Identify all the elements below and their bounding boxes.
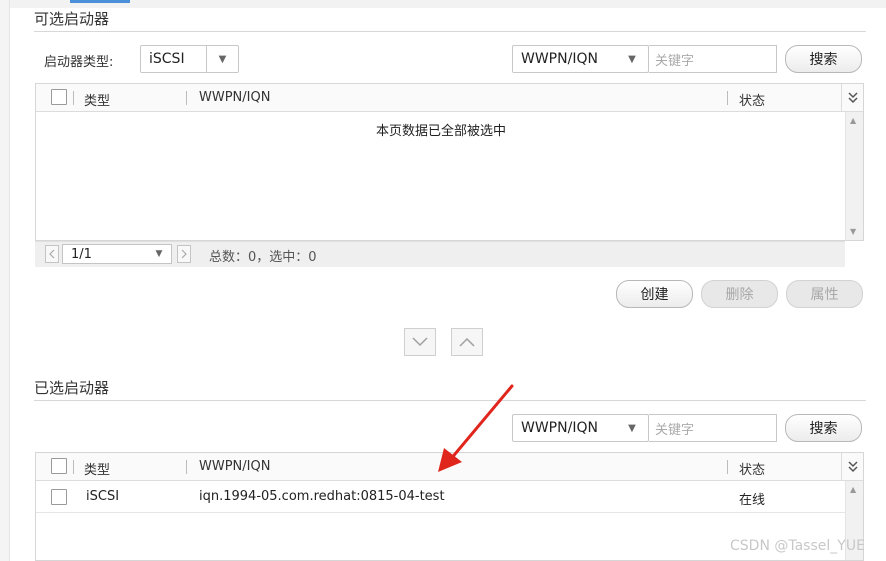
column-separator: [73, 460, 74, 474]
selected-col-type[interactable]: 类型: [84, 459, 110, 478]
available-grid: 类型 WWPN/IQN 状态 ▲ ▼ 本页数据已全部被选中: [35, 83, 864, 241]
available-keyword-input[interactable]: 关键字: [649, 45, 777, 73]
caret-down-icon: ▼: [206, 46, 238, 72]
selected-search-button[interactable]: 搜索: [785, 414, 862, 442]
column-separator: [727, 91, 728, 105]
selected-filter-select[interactable]: WWPN/IQN ▼: [512, 414, 649, 442]
chevron-down-icon: [412, 337, 428, 347]
initiator-type-select[interactable]: iSCSI ▼: [140, 45, 239, 73]
prev-page-icon[interactable]: [45, 245, 59, 263]
available-filter-select[interactable]: WWPN/IQN ▼: [512, 45, 649, 73]
available-col-status[interactable]: 状态: [739, 90, 765, 109]
watermark: CSDN @Tassel_YUE: [730, 538, 865, 554]
scroll-up-icon[interactable]: ▲: [850, 116, 856, 125]
page-select-value: 1/1: [71, 246, 92, 262]
table-row[interactable]: iSCSI iqn.1994-05.com.redhat:0815-04-tes…: [36, 481, 846, 513]
initiator-type-value: iSCSI: [149, 51, 185, 67]
available-grid-scrollbar[interactable]: ▲ ▼: [845, 112, 863, 240]
initiator-type-label: 启动器类型:: [44, 55, 114, 70]
move-down-button[interactable]: [404, 328, 436, 356]
selected-keyword-input[interactable]: 关键字: [649, 414, 777, 442]
available-search-button[interactable]: 搜索: [785, 45, 862, 73]
available-section-title: 可选启动器: [34, 10, 110, 28]
selected-col-status[interactable]: 状态: [739, 459, 765, 478]
top-bar: [0, 0, 886, 8]
row-type: iSCSI: [86, 489, 120, 504]
selected-select-all-checkbox[interactable]: [51, 458, 67, 474]
selected-col-wwpn[interactable]: WWPN/IQN: [199, 459, 270, 474]
row-checkbox[interactable]: [51, 489, 67, 505]
column-separator: [727, 460, 728, 474]
available-filter-value: WWPN/IQN: [521, 51, 598, 67]
caret-down-icon: ▼: [628, 422, 636, 434]
create-button[interactable]: 创建: [616, 280, 693, 308]
properties-button[interactable]: 属性: [786, 280, 863, 308]
caret-down-icon: ▼: [155, 249, 163, 259]
row-status: 在线: [739, 493, 766, 508]
left-strip: [0, 0, 10, 561]
column-separator: [186, 91, 187, 105]
available-empty-message: 本页数据已全部被选中: [375, 124, 506, 139]
available-divider: [34, 31, 866, 32]
chevron-up-icon: [459, 337, 475, 347]
selected-filter-value: WWPN/IQN: [521, 420, 598, 436]
available-select-all-checkbox[interactable]: [51, 89, 67, 105]
selected-section-title: 已选启动器: [34, 379, 110, 397]
pager-summary: 总数：0，选中：0: [209, 250, 317, 265]
move-up-button[interactable]: [451, 328, 483, 356]
column-separator: [186, 460, 187, 474]
available-grid-header: 类型 WWPN/IQN 状态: [36, 84, 863, 112]
double-chevron-down-icon[interactable]: [841, 84, 863, 112]
column-separator: [73, 91, 74, 105]
red-arrow-icon: [438, 384, 514, 472]
available-col-wwpn[interactable]: WWPN/IQN: [199, 90, 270, 105]
next-page-icon[interactable]: [177, 245, 191, 263]
row-wwpn: iqn.1994-05.com.redhat:0815-04-test: [199, 489, 445, 504]
caret-down-icon: ▼: [628, 53, 636, 65]
double-chevron-down-icon[interactable]: [841, 453, 863, 481]
page-select[interactable]: 1/1 ▼: [62, 244, 172, 264]
scroll-up-icon[interactable]: ▲: [850, 485, 856, 494]
active-tab-indicator: [70, 0, 130, 3]
available-col-type[interactable]: 类型: [84, 90, 110, 109]
delete-button[interactable]: 删除: [701, 280, 778, 308]
available-pager: 1/1 ▼ 总数：0，选中：0: [35, 241, 845, 267]
scroll-down-icon[interactable]: ▼: [850, 227, 856, 236]
